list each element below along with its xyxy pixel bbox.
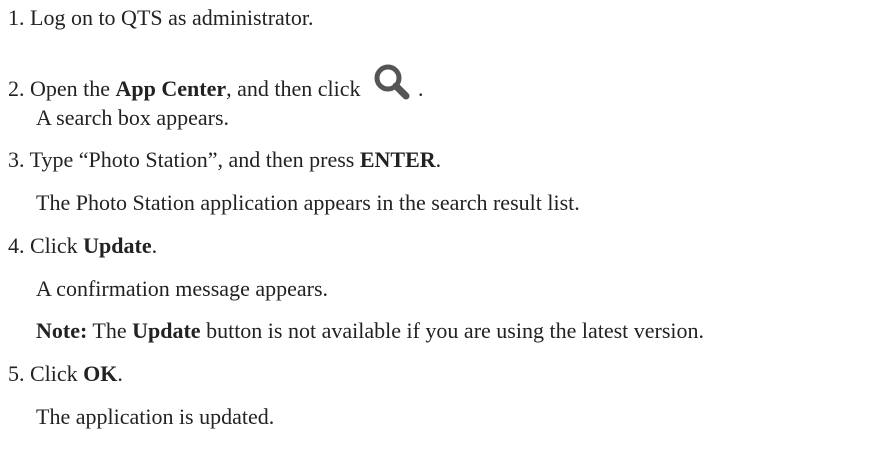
step-5: 5. Click OK. xyxy=(8,361,123,387)
step-5-result: The application is updated. xyxy=(36,404,275,429)
step-2-suffix: . xyxy=(418,76,424,101)
note-post: button is not available if you are using… xyxy=(200,318,705,343)
step-4-suffix: . xyxy=(151,233,158,258)
ok-label: OK xyxy=(83,361,118,386)
instructions-document: 1. Log on to QTS as administrator. 2. Op… xyxy=(0,0,886,454)
step-3: 3. Type “Photo Station”, and then press … xyxy=(8,147,441,173)
step-1-text: 1. Log on to QTS as administrator. xyxy=(8,5,314,30)
step-4-result: A confirmation message appears. xyxy=(36,276,329,301)
step-4: 4. Click Update. xyxy=(8,233,157,259)
note-label: Note: xyxy=(36,318,88,343)
note-pre: The xyxy=(87,318,133,343)
search-icon xyxy=(370,62,418,102)
step-2-middle: , and then click xyxy=(226,76,367,101)
step-4-prefix: 4. Click xyxy=(8,233,84,258)
note-update-label: Update xyxy=(132,318,201,343)
step-3-prefix: 3. Type “Photo Station”, and then press xyxy=(8,147,360,172)
enter-key-label: ENTER xyxy=(359,147,436,172)
step-3-result: The Photo Station application appears in… xyxy=(36,190,580,215)
app-center-label: App Center xyxy=(115,76,227,101)
step-2: 2. Open the App Center, and then click . xyxy=(8,62,424,102)
step-5-prefix: 5. Click xyxy=(8,361,84,386)
step-1: 1. Log on to QTS as administrator. xyxy=(8,5,314,31)
step-2-result: A search box appears. xyxy=(36,105,230,130)
step-4-note: Note: The Update button is not available… xyxy=(36,318,704,344)
step-5-suffix: . xyxy=(117,361,123,386)
step-3-suffix: . xyxy=(435,147,442,172)
step-2-prefix: 2. Open the xyxy=(8,76,116,101)
update-label: Update xyxy=(83,233,152,258)
